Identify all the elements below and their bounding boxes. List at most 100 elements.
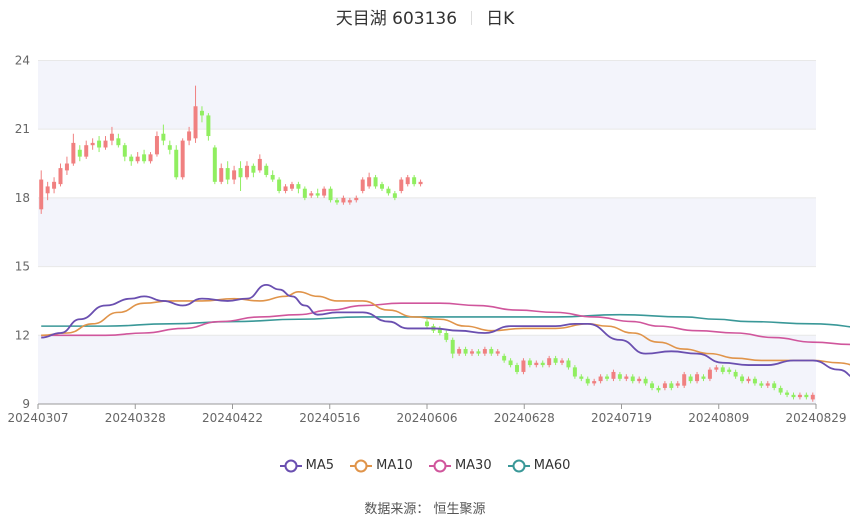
candle-body	[810, 394, 815, 400]
candle-body	[97, 140, 102, 148]
candle-body	[553, 358, 558, 363]
candle-body	[489, 349, 494, 354]
candle-body	[315, 193, 320, 196]
candle-body	[52, 181, 57, 189]
candle-body	[579, 376, 584, 379]
y-tick-label: 12	[15, 328, 30, 342]
candle-body	[714, 367, 719, 370]
candle-body	[244, 165, 249, 178]
data-source: 数据来源： 恒生聚源	[364, 502, 486, 517]
legend: MA5 MA10 MA30 MA60	[0, 458, 850, 477]
candle-body	[328, 188, 333, 201]
candle-body	[521, 360, 526, 372]
candle-body	[347, 200, 352, 203]
legend-label-ma30: MA30	[454, 458, 492, 473]
candle-body	[772, 383, 777, 388]
candle-body	[759, 383, 764, 386]
band-21	[38, 60, 816, 130]
y-tick-label: 21	[15, 122, 30, 136]
candle-body	[373, 177, 378, 187]
candle-body	[302, 188, 307, 198]
candle-body	[129, 156, 134, 162]
y-tick-label: 9	[22, 397, 30, 411]
x-tick-label: 20240516	[299, 411, 360, 425]
candle-body	[662, 383, 667, 388]
legend-label-ma10: MA10	[376, 458, 413, 473]
candle-body	[199, 110, 204, 116]
candle-body	[720, 367, 725, 372]
candle-body	[457, 349, 462, 354]
candle-body	[360, 179, 365, 191]
candle-body	[675, 383, 680, 386]
candle-body	[624, 376, 629, 379]
legend-marker-ma30	[428, 459, 451, 472]
legend-item-ma60[interactable]: MA60	[507, 458, 570, 473]
candle-body	[547, 358, 552, 366]
candle-body	[84, 145, 89, 157]
candle-body	[386, 188, 391, 194]
candle-body	[219, 168, 224, 182]
candle-body	[740, 376, 745, 382]
candle-body	[611, 371, 616, 379]
candle-body	[90, 142, 95, 146]
legend-item-ma30[interactable]: MA30	[428, 458, 492, 473]
candle-body	[174, 149, 179, 178]
candle-body	[322, 188, 327, 196]
candle-body	[379, 184, 384, 189]
candle-body	[64, 163, 69, 171]
legend-item-ma5[interactable]: MA5	[279, 458, 334, 473]
candle-body	[309, 193, 314, 196]
candle-body	[630, 376, 635, 382]
x-tick-label: 20240422	[202, 411, 263, 425]
candle-body	[283, 186, 288, 191]
candle-body	[797, 394, 802, 398]
legend-marker-ma5	[279, 459, 302, 472]
candle-body	[785, 392, 790, 395]
candle-body	[804, 394, 809, 398]
x-axis: 20240307 20240328 20240422 20240516 20240606…	[7, 403, 847, 425]
candle-body	[727, 369, 732, 372]
candle-body	[534, 362, 539, 366]
x-tick-label: 20240829	[785, 411, 846, 425]
candle-body	[572, 367, 577, 377]
candle-body	[257, 158, 262, 171]
candle-body	[270, 174, 275, 180]
candle-body	[392, 193, 397, 198]
legend-marker-ma60	[507, 459, 530, 472]
candle-body	[765, 383, 770, 386]
candle-body	[142, 154, 147, 162]
candle-body	[592, 381, 597, 384]
y-axis: 9 12 15 18 21 24	[15, 53, 30, 411]
candle-body	[161, 133, 166, 141]
candle-body	[463, 349, 468, 354]
y-tick-label: 24	[15, 53, 30, 67]
candle-body	[707, 369, 712, 379]
candle-body	[637, 378, 642, 382]
candle-body	[116, 138, 121, 146]
legend-item-ma10[interactable]: MA10	[350, 458, 413, 473]
candle-body	[71, 142, 76, 164]
candle-body	[225, 168, 230, 180]
candle-body	[238, 168, 243, 178]
candle-body	[598, 376, 603, 382]
candle-body	[187, 131, 192, 141]
candle-body	[193, 106, 198, 139]
candle-body	[656, 387, 661, 391]
candle-body	[791, 394, 796, 398]
kline-chart: 91215182124 20240307 20240328 20240422 2024…	[7, 53, 850, 425]
candle-body	[277, 179, 282, 191]
candle-body	[643, 378, 648, 384]
candle-body	[425, 321, 429, 327]
band-9	[38, 335, 816, 404]
candle-body	[617, 374, 622, 379]
candle-body	[148, 154, 153, 162]
candle-body	[566, 360, 571, 368]
candle-body	[334, 200, 339, 203]
candle-body	[180, 140, 185, 178]
candle-body	[399, 179, 404, 191]
candle-body	[585, 378, 590, 384]
candle-body	[733, 371, 738, 377]
band-15	[38, 197, 816, 267]
candle-body	[746, 378, 751, 382]
candle-body	[560, 360, 565, 363]
